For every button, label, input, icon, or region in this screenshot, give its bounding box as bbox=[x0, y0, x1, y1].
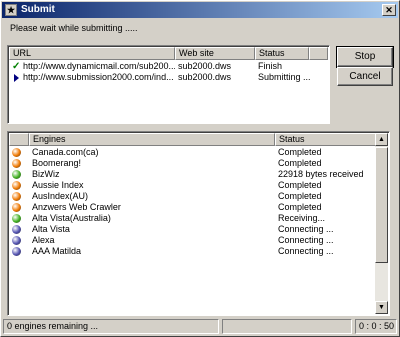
arrow-up-icon: ▲ bbox=[378, 136, 385, 143]
elapsed-time: 0 : 0 : 50 bbox=[355, 319, 397, 334]
status-bar: 0 engines remaining ... 0 : 0 : 50 bbox=[3, 319, 397, 335]
status-dot-icon bbox=[12, 170, 21, 179]
status-dot-icon bbox=[12, 236, 21, 245]
engine-status: Completed bbox=[278, 180, 322, 190]
status-dot-icon bbox=[12, 148, 21, 157]
status-text: Finish bbox=[258, 61, 283, 71]
engine-status: Completed bbox=[278, 147, 322, 157]
engine-status: Receiving... bbox=[278, 213, 326, 223]
engine-row[interactable]: Alta Vista Connecting ... bbox=[9, 224, 375, 235]
arrow-right-icon bbox=[14, 72, 19, 85]
submit-window: ★ Submit ✕ Please wait while submitting … bbox=[0, 0, 400, 337]
engine-status: Connecting ... bbox=[278, 246, 334, 256]
column-header-filler bbox=[309, 47, 328, 60]
website-text: sub2000.dws bbox=[178, 72, 232, 82]
close-button[interactable]: ✕ bbox=[382, 4, 396, 16]
title-bar[interactable]: ★ Submit ✕ bbox=[2, 2, 398, 18]
status-dot-icon bbox=[12, 214, 21, 223]
status-dot-icon bbox=[12, 181, 21, 190]
engine-name: Canada.com(ca) bbox=[32, 147, 99, 157]
engine-name: BizWiz bbox=[32, 169, 60, 179]
website-text: sub2000.dws bbox=[178, 61, 232, 71]
column-header-status[interactable]: Status bbox=[255, 47, 309, 60]
engine-row[interactable]: Boomerang! Completed bbox=[9, 158, 375, 169]
engine-status: Connecting ... bbox=[278, 235, 334, 245]
engine-name: AAA Matilda bbox=[32, 246, 82, 256]
engine-row[interactable]: Alexa Connecting ... bbox=[9, 235, 375, 246]
remaining-engines: 0 engines remaining ... bbox=[3, 319, 219, 334]
status-dot-icon bbox=[12, 159, 21, 168]
engine-row[interactable]: AAA Matilda Connecting ... bbox=[9, 246, 375, 257]
engine-row[interactable]: Canada.com(ca) Completed bbox=[9, 147, 375, 158]
engine-status: Connecting ... bbox=[278, 224, 334, 234]
engine-name: Boomerang! bbox=[32, 158, 82, 168]
vertical-scrollbar[interactable]: ▲ ▼ bbox=[375, 133, 388, 314]
engine-status: Completed bbox=[278, 158, 322, 168]
scrollbar-thumb[interactable] bbox=[375, 147, 388, 263]
url-text: http://www.dynamicmail.com/sub200... bbox=[23, 61, 175, 71]
engine-status: 22918 bytes received bbox=[278, 169, 364, 179]
engine-name: Alta Vista(Australia) bbox=[32, 213, 111, 223]
status-dot-icon bbox=[12, 203, 21, 212]
status-pane-empty bbox=[222, 319, 352, 334]
engine-row[interactable]: Aussie Index Completed bbox=[9, 180, 375, 191]
engine-row[interactable]: Anzwers Web Crawler Completed bbox=[9, 202, 375, 213]
status-dot-icon bbox=[12, 247, 21, 256]
column-header-website[interactable]: Web site bbox=[175, 47, 255, 60]
engine-status: Completed bbox=[278, 191, 322, 201]
list-item[interactable]: http://www.submission2000.com/ind... sub… bbox=[9, 72, 329, 83]
engine-row[interactable]: AusIndex(AU) Completed bbox=[9, 191, 375, 202]
engine-name: Aussie Index bbox=[32, 180, 84, 190]
status-dot-icon bbox=[12, 225, 21, 234]
window-title: Submit bbox=[21, 4, 55, 15]
engine-list[interactable]: Engines Status Canada.com(ca) Completed Bo… bbox=[7, 131, 390, 316]
column-header-url[interactable]: URL bbox=[9, 47, 175, 60]
engine-row[interactable]: Alta Vista(Australia) Receiving... bbox=[9, 213, 375, 224]
url-list[interactable]: URL Web site Status ✓ http://www.dynamic… bbox=[7, 45, 330, 124]
url-text: http://www.submission2000.com/ind... bbox=[23, 72, 174, 82]
check-icon: ✓ bbox=[12, 61, 21, 72]
stop-button[interactable]: Stop bbox=[336, 46, 394, 68]
stop-button-label: Stop bbox=[354, 51, 376, 62]
engine-status: Completed bbox=[278, 202, 322, 212]
status-dot-icon bbox=[12, 192, 21, 201]
engine-name: Alta Vista bbox=[32, 224, 70, 234]
list-item[interactable]: ✓ http://www.dynamicmail.com/sub200... s… bbox=[9, 61, 329, 72]
status-message: Please wait while submitting ..... bbox=[10, 23, 138, 33]
column-header-icon bbox=[9, 133, 29, 146]
status-text: Submitting ... bbox=[258, 72, 311, 82]
scroll-up-button[interactable]: ▲ bbox=[375, 133, 388, 146]
cancel-button-label: Cancel bbox=[349, 71, 381, 82]
engine-name: AusIndex(AU) bbox=[32, 191, 89, 201]
cancel-button[interactable]: Cancel bbox=[337, 67, 393, 86]
column-header-status[interactable]: Status bbox=[275, 133, 376, 146]
engine-row[interactable]: BizWiz 22918 bytes received bbox=[9, 169, 375, 180]
close-icon: ✕ bbox=[385, 5, 393, 15]
engine-name: Alexa bbox=[32, 235, 55, 245]
arrow-down-icon: ▼ bbox=[378, 304, 385, 311]
app-icon: ★ bbox=[5, 4, 17, 16]
scroll-down-button[interactable]: ▼ bbox=[375, 301, 388, 314]
column-header-engines[interactable]: Engines bbox=[29, 133, 275, 146]
engine-name: Anzwers Web Crawler bbox=[32, 202, 121, 212]
